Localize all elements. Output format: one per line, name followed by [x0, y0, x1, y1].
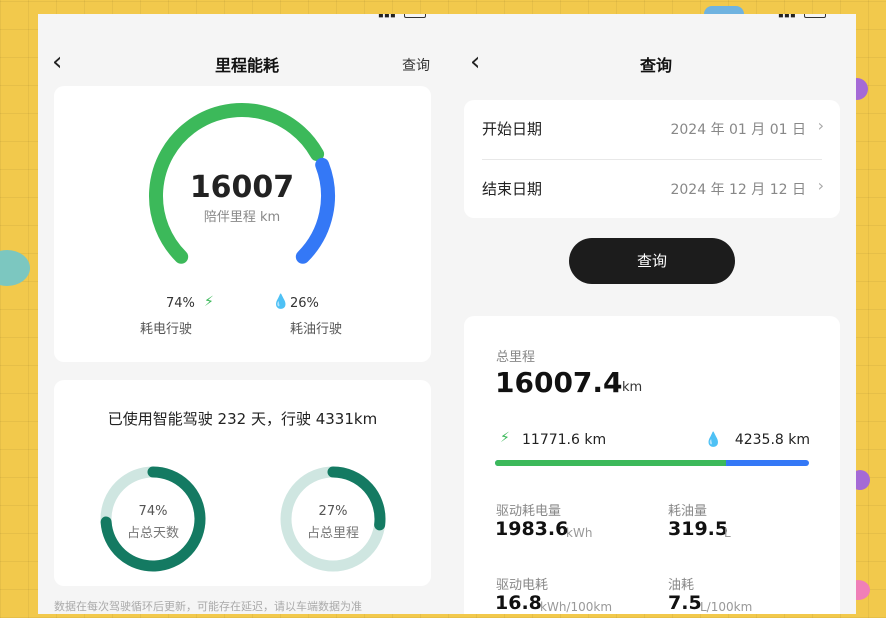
fuel-consumption-unit: L/100km — [700, 600, 753, 614]
elec-consumption-value: 16.8 — [495, 592, 542, 614]
query-screen: ▮▮▮ ‹ 查询 开始日期 2024 年 01 月 01 日 › 结束日期 20… — [456, 14, 856, 614]
total-mileage-unit: km — [622, 380, 643, 395]
days-percent: 74% — [138, 504, 168, 519]
fuel-label: 耗油量 — [668, 504, 708, 519]
elec-consumption-unit: kWh/100km — [540, 600, 613, 614]
page-title: 里程能耗 — [214, 56, 279, 75]
end-date-label: 结束日期 — [482, 180, 543, 198]
status-bar: ▮▮▮ — [456, 14, 856, 22]
total-mileage: 16007 — [189, 170, 295, 205]
start-date-label: 开始日期 — [482, 120, 543, 138]
ev-share-fill — [495, 460, 726, 466]
start-date-row[interactable]: 开始日期 2024 年 01 月 01 日 › — [464, 100, 840, 158]
end-date-row[interactable]: 结束日期 2024 年 12 月 12 日 › — [464, 160, 840, 218]
drive-energy-label: 驱动耗电量 — [496, 504, 562, 519]
page-title: 查询 — [639, 56, 672, 75]
stats-card: 总里程 16007.4 km ⚡ 11771.6 km 💧 4235.8 km … — [464, 316, 840, 614]
start-date-value: 2024 年 01 月 01 日 — [670, 122, 806, 138]
nav-bar: ‹ 查询 — [456, 48, 856, 78]
fuel-consumption-value: 7.5 — [668, 592, 702, 614]
data-disclaimer: 数据在每次驾驶循环后更新，可能存在延迟，请以车端数据为准 — [54, 600, 362, 613]
chevron-right-icon: › — [817, 176, 824, 195]
lightning-bolt-icon: ⚡ — [500, 430, 510, 446]
fuel-value: 319.5 — [668, 518, 729, 540]
mileage-energy-screen: ▮▮▮ ‹ 里程能耗 查询 16007 陪伴里程 km 74% ⚡ 耗电行驶 💧… — [38, 14, 456, 614]
chevron-right-icon: › — [817, 116, 824, 135]
signal-icon: ▮▮▮ — [778, 14, 796, 19]
water-drop-icon: 💧 — [272, 294, 290, 310]
ev-percent: 74% — [166, 296, 195, 311]
drive-energy-unit: kWh — [566, 526, 593, 540]
oil-mileage: 4235.8 km — [734, 432, 810, 448]
nav-bar: ‹ 里程能耗 查询 — [38, 48, 456, 78]
fuel-consumption-label: 油耗 — [668, 578, 695, 593]
total-mileage-label: 陪伴里程 km — [203, 210, 281, 225]
lightning-bolt-icon: ⚡ — [204, 294, 214, 310]
days-label: 占总天数 — [126, 526, 179, 541]
query-button[interactable]: 查询 — [569, 238, 735, 284]
mileage-percent: 27% — [318, 504, 348, 519]
status-bar: ▮▮▮ — [38, 14, 456, 22]
battery-icon — [804, 14, 826, 18]
mileage-gauge-card: 16007 陪伴里程 km 74% ⚡ 耗电行驶 💧 26% 耗油行驶 — [54, 86, 431, 362]
query-link[interactable]: 查询 — [402, 55, 430, 75]
mileage-label: 占总里程 — [306, 526, 359, 541]
drive-energy-value: 1983.6 — [495, 518, 569, 540]
oil-percent: 26% — [290, 296, 319, 311]
smart-driving-card: 已使用智能驾驶 232 天，行驶 4331km 74% 占总天数 27% 占总里… — [54, 380, 431, 586]
elec-consumption-label: 驱动电耗 — [496, 578, 549, 593]
date-range-card: 开始日期 2024 年 01 月 01 日 › 结束日期 2024 年 12 月… — [464, 100, 840, 218]
signal-icon: ▮▮▮ — [378, 14, 396, 19]
mileage-donut-chart — [280, 466, 386, 572]
end-date-value: 2024 年 12 月 12 日 — [670, 182, 806, 198]
water-drop-icon: 💧 — [704, 432, 722, 448]
smart-driving-summary: 已使用智能驾驶 232 天，行驶 4331km — [107, 410, 378, 428]
background-decoration — [0, 250, 30, 286]
days-donut-chart — [100, 466, 206, 572]
battery-icon — [404, 14, 426, 18]
total-mileage-value: 16007.4 — [495, 366, 623, 399]
fuel-unit: L — [724, 526, 731, 540]
oil-driving-label: 耗油行驶 — [290, 322, 343, 337]
total-mileage-label: 总里程 — [496, 350, 536, 365]
ev-mileage: 11771.6 km — [522, 432, 607, 448]
mileage-split-bar — [495, 460, 809, 466]
ev-driving-label: 耗电行驶 — [140, 322, 193, 337]
